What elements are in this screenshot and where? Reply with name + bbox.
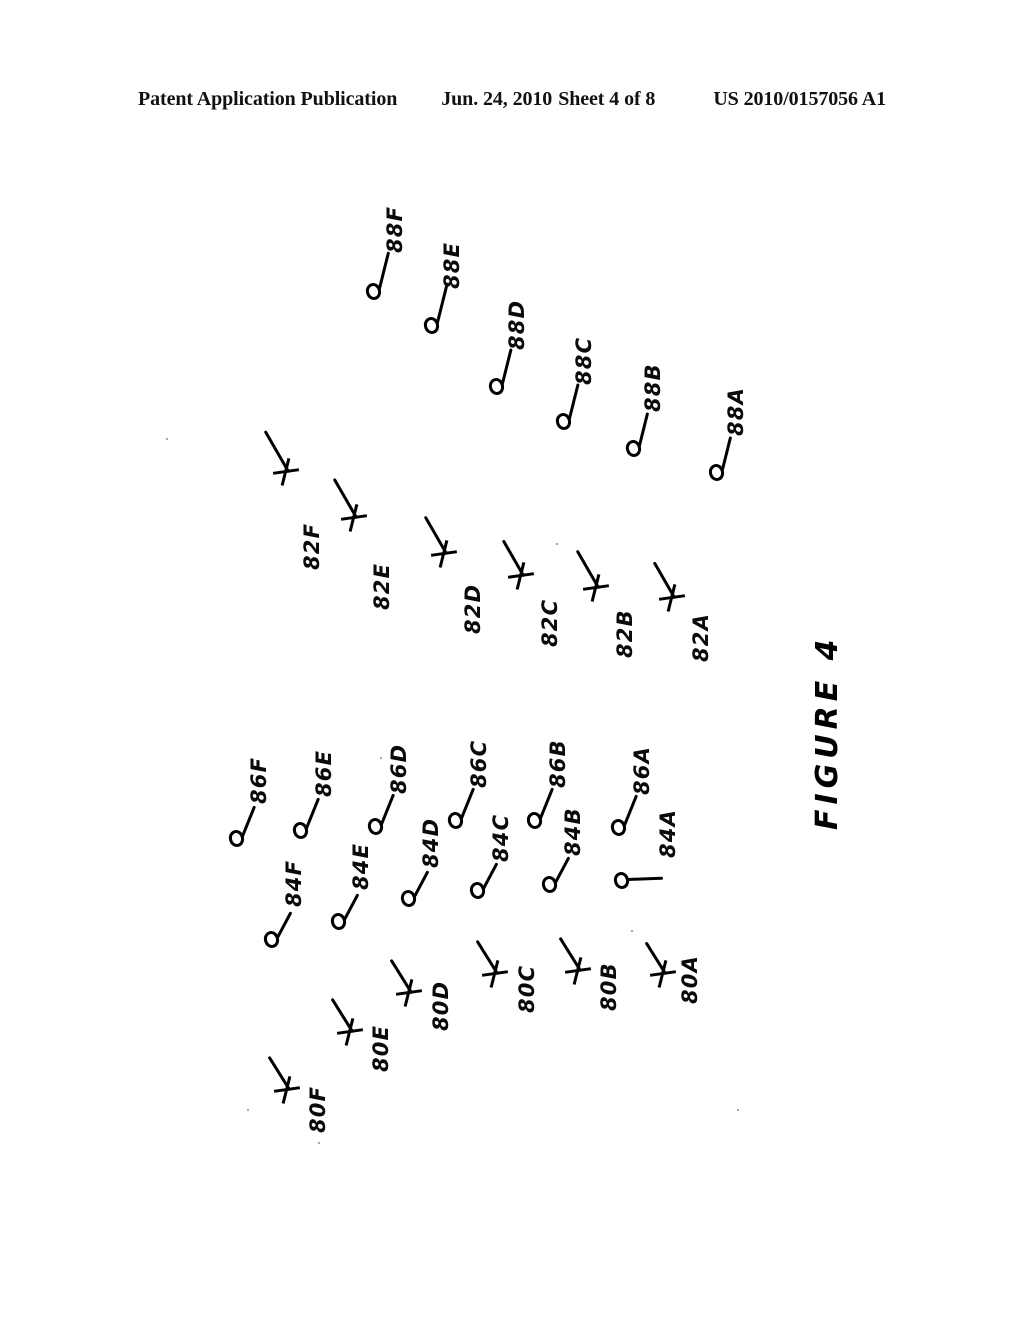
reference-numeral-82e: 82E bbox=[370, 562, 394, 610]
lead-line bbox=[377, 251, 391, 291]
reference-numeral-88e: 88E bbox=[440, 241, 464, 289]
reference-numeral-86b: 86B bbox=[546, 739, 570, 788]
reference-numeral-84a: 84A bbox=[656, 808, 680, 858]
lead-line bbox=[553, 856, 571, 885]
reference-numeral-80c: 80C bbox=[515, 964, 539, 1013]
lead-line bbox=[637, 412, 650, 448]
reference-numeral-82a: 82A bbox=[689, 612, 713, 662]
scan-speck bbox=[737, 1109, 739, 1111]
reference-numeral-84d: 84D bbox=[419, 817, 443, 868]
lead-line bbox=[304, 797, 321, 831]
reference-numeral-80e: 80E bbox=[369, 1024, 393, 1072]
scan-speck bbox=[556, 543, 558, 545]
reference-numeral-86d: 86D bbox=[387, 743, 411, 794]
reference-numeral-88c: 88C bbox=[572, 336, 596, 385]
reference-numeral-82c: 82C bbox=[538, 598, 562, 647]
reference-numeral-86f: 86F bbox=[247, 756, 271, 804]
scan-speck bbox=[166, 438, 168, 440]
reference-numeral-88f: 88F bbox=[383, 205, 407, 253]
lead-line bbox=[500, 348, 513, 386]
reference-numeral-80f: 80F bbox=[306, 1085, 330, 1133]
reference-numeral-86c: 86C bbox=[467, 739, 491, 788]
lead-line bbox=[622, 794, 639, 828]
reference-numeral-86a: 86A bbox=[630, 745, 654, 795]
reference-numeral-82d: 82D bbox=[461, 583, 485, 634]
lead-line bbox=[275, 911, 293, 940]
reference-numeral-88d: 88D bbox=[505, 299, 529, 350]
reference-numeral-86e: 86E bbox=[312, 749, 336, 797]
reference-numeral-82f: 82F bbox=[300, 522, 324, 570]
lead-line bbox=[240, 805, 257, 839]
reference-numeral-82b: 82B bbox=[613, 609, 637, 658]
lead-line bbox=[481, 862, 499, 891]
lead-line bbox=[538, 787, 555, 821]
lead-line bbox=[720, 436, 733, 472]
scan-speck bbox=[318, 1142, 320, 1144]
lead-line bbox=[342, 893, 360, 922]
reference-numeral-84f: 84F bbox=[282, 859, 306, 907]
lead-line bbox=[379, 793, 396, 827]
reference-numeral-80d: 80D bbox=[429, 980, 453, 1031]
lead-line bbox=[459, 787, 476, 821]
reference-numeral-80b: 80B bbox=[597, 962, 621, 1011]
scan-speck bbox=[380, 757, 382, 759]
scan-speck bbox=[247, 1109, 249, 1111]
reference-numeral-88a: 88A bbox=[724, 386, 748, 436]
scan-speck bbox=[631, 930, 633, 932]
lead-line bbox=[626, 876, 664, 881]
reference-numeral-84b: 84B bbox=[561, 807, 585, 856]
lead-line bbox=[435, 285, 449, 325]
reference-numeral-80a: 80A bbox=[678, 954, 702, 1004]
reference-numeral-88b: 88B bbox=[641, 363, 665, 412]
patent-drawing-figure-4: 88F 88E 88D 88C 88B 88A 82F 82E 82D 82C 82B 82A 86F 8… bbox=[0, 0, 1024, 1320]
lead-line bbox=[412, 870, 430, 899]
reference-numeral-84e: 84E bbox=[349, 842, 373, 890]
figure-caption: FIGURE 4 bbox=[810, 634, 845, 830]
reference-numeral-84c: 84C bbox=[489, 813, 513, 862]
lead-line bbox=[567, 383, 580, 421]
